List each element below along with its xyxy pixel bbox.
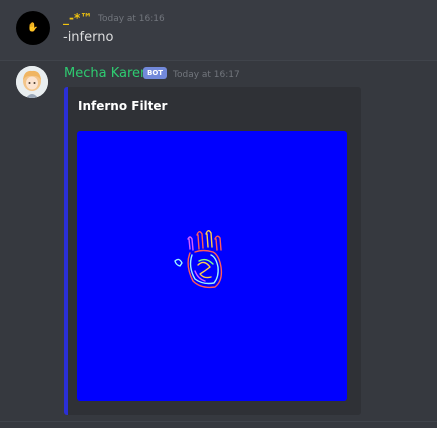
avatar[interactable]: ✋ — [16, 11, 50, 45]
chat-view: ✋ _-*™ Today at 16:16 -inferno Mecha Kar… — [0, 0, 437, 428]
anime-avatar-icon — [16, 66, 48, 98]
handprint-icon — [174, 230, 223, 289]
message-divider — [0, 421, 437, 422]
bot-badge: BOT — [143, 67, 168, 79]
message-username[interactable]: _-*™ — [63, 11, 92, 25]
embed-card: Inferno Filter — [64, 87, 361, 415]
avatar[interactable] — [16, 66, 48, 98]
embed-image[interactable] — [77, 131, 347, 401]
avatar-glyph-icon: ✋ — [27, 22, 39, 33]
embed-title: Inferno Filter — [78, 99, 168, 113]
bot-username[interactable]: Mecha Karen — [64, 66, 148, 81]
message-timestamp: Today at 16:17 — [173, 70, 240, 80]
message: ✋ _-*™ Today at 16:16 -inferno — [0, 0, 437, 60]
message-text: -inferno — [63, 30, 114, 45]
message-divider — [0, 60, 437, 61]
message-timestamp: Today at 16:16 — [98, 14, 165, 24]
